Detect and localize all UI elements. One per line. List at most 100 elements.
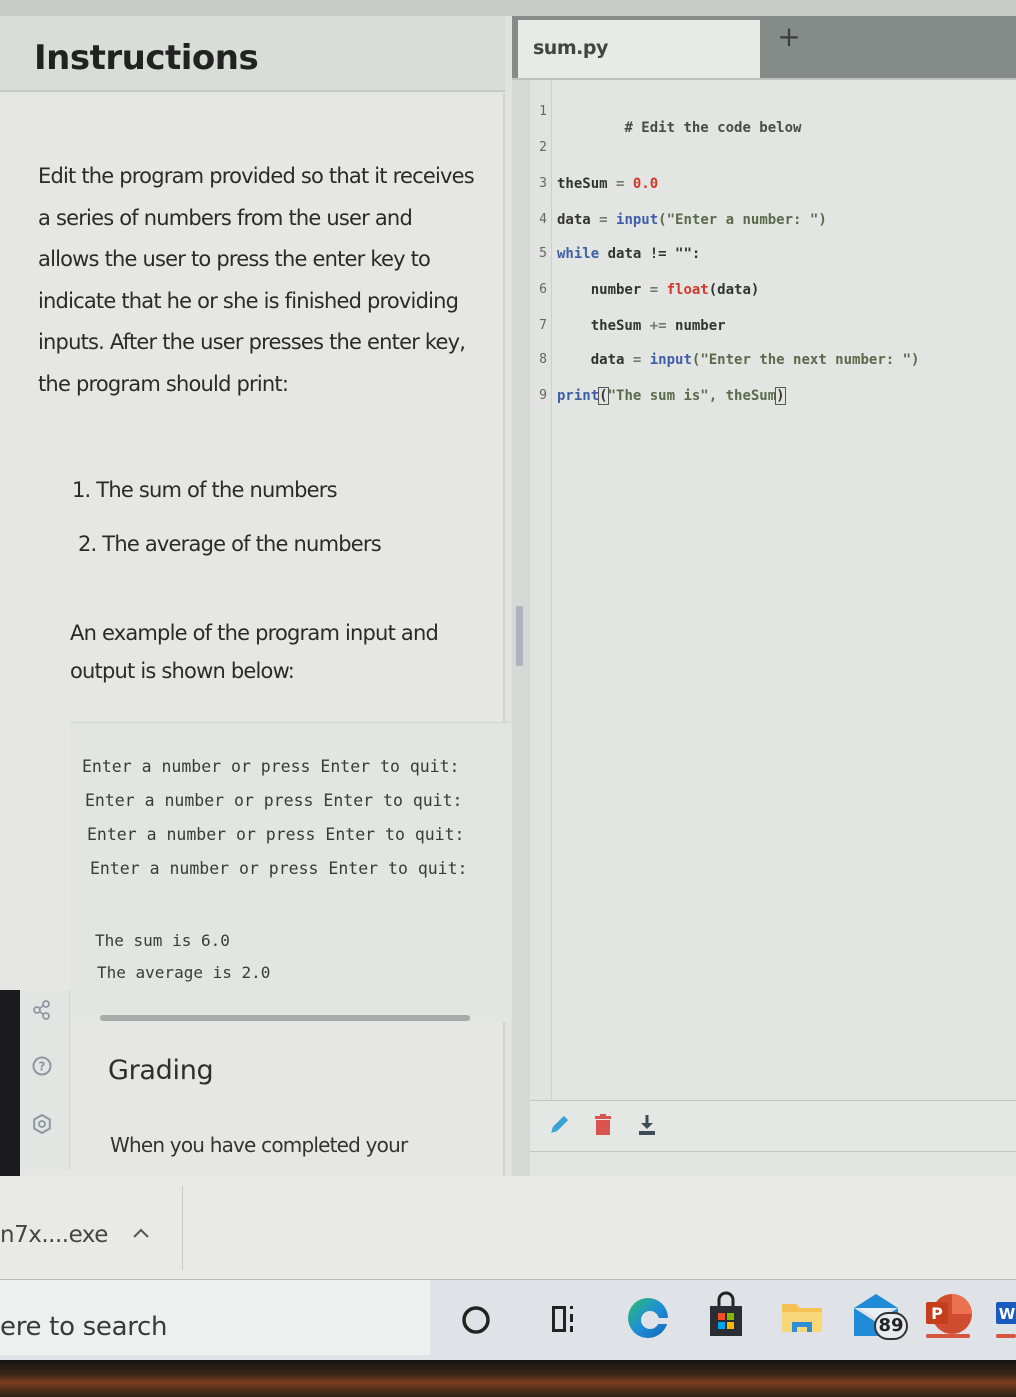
code-token: number (675, 318, 726, 334)
console-line: Enter a number or press Enter to quit: (82, 757, 460, 776)
tab-sum-py[interactable]: sum.py (518, 20, 760, 78)
line-number: 8 (539, 352, 547, 367)
grading-title: Grading (108, 1055, 214, 1086)
code-line-6: number = float(data) (557, 282, 760, 298)
code-line-4: data = input("Enter a number: ") (557, 212, 827, 228)
mail-icon[interactable]: 89 (848, 1286, 908, 1342)
download-divider (182, 1186, 183, 1270)
taskbar-search-box[interactable]: ere to search (0, 1280, 430, 1355)
code-token: input (649, 352, 692, 368)
chevron-up-icon[interactable] (130, 1224, 152, 1242)
horizontal-scrollbar[interactable] (100, 1015, 470, 1021)
code-token: input (616, 212, 659, 228)
code-token: theSum (557, 176, 608, 192)
line-number: 6 (539, 282, 547, 297)
console-output-average: The average is 2.0 (97, 963, 271, 982)
code-line-3: theSum = 0.0 (557, 176, 658, 192)
code-token: "The sum is", theSum (607, 388, 777, 404)
line-number: 5 (539, 246, 547, 261)
code-token: data (590, 352, 625, 368)
line-number: 9 (539, 388, 547, 403)
editor-footer (530, 1100, 1016, 1152)
taskbar: ere to search 89 P W (0, 1280, 1016, 1360)
task-view-icon[interactable] (536, 1286, 592, 1342)
edge-browser-icon[interactable] (620, 1286, 676, 1342)
code-line-8: data = input("Enter the next number: ") (557, 352, 920, 368)
search-placeholder: ere to search (0, 1312, 168, 1342)
code-line-5: while data != "": (557, 246, 700, 262)
console-line: Enter a number or press Enter to quit: (85, 791, 463, 810)
requirement-item: 1. The sum of the numbers (72, 478, 338, 502)
line-number: 4 (539, 212, 547, 227)
trash-icon[interactable] (592, 1113, 614, 1137)
code-token: while (557, 246, 600, 262)
splitter-handle[interactable] (516, 606, 523, 666)
file-explorer-icon[interactable] (774, 1286, 830, 1342)
code-token: float (666, 282, 709, 298)
instructions-body[interactable]: Edit the program provided so that it rec… (0, 94, 510, 1176)
mail-unread-badge: 89 (874, 1312, 908, 1340)
download-bar: n7x....exe (0, 1176, 1016, 1280)
requirement-item: 2. The average of the numbers (78, 532, 382, 556)
example-intro: An example of the program input and outp… (70, 621, 439, 683)
panel-splitter[interactable] (512, 16, 530, 1176)
code-token: (data) (708, 282, 760, 298)
cortana-icon[interactable] (448, 1286, 504, 1342)
powerpoint-icon[interactable]: P (920, 1286, 976, 1342)
line-number: 2 (539, 140, 547, 155)
console-output-sum: The sum is 6.0 (95, 931, 230, 950)
monitor-bezel (0, 1360, 1016, 1397)
code-token: += (641, 318, 676, 334)
code-token: print (557, 388, 600, 404)
download-file-name[interactable]: n7x....exe (0, 1222, 108, 1248)
console-line: Enter a number or press Enter to quit: (87, 825, 465, 844)
code-input-area[interactable]: # Edit the code below theSum = 0.0 data … (554, 80, 1016, 1156)
code-token: number (590, 282, 642, 298)
instructions-paragraph: Edit the program provided so that it rec… (38, 164, 475, 396)
word-icon[interactable]: W (996, 1286, 1016, 1342)
pencil-icon[interactable] (548, 1113, 570, 1137)
code-line-9: print("The sum is", theSum) (557, 387, 786, 405)
instructions-panel: Instructions Edit the program provided s… (0, 16, 512, 1176)
side-rail: ? (20, 990, 70, 1170)
code-line-7: theSum += number (557, 318, 726, 334)
line-number: 3 (539, 176, 547, 191)
help-icon[interactable]: ? (32, 1056, 52, 1076)
line-number: 7 (539, 318, 547, 333)
running-indicator (996, 1334, 1016, 1338)
code-token: ("Enter a number: ") (658, 212, 827, 228)
svg-text:P: P (931, 1304, 943, 1323)
code-token: 0.0 (632, 176, 659, 192)
line-number: 1 (539, 104, 547, 119)
code-token: = (607, 176, 633, 192)
matched-bracket-open: ( (598, 387, 609, 405)
microsoft-store-icon[interactable] (698, 1286, 754, 1342)
code-comment: # Edit the code below (624, 120, 802, 136)
tab-bar: sum.py + (512, 16, 1016, 78)
code-token: = (641, 282, 667, 298)
window-edge (0, 990, 20, 1176)
console-line: Enter a number or press Enter to quit: (90, 859, 468, 878)
running-indicator (926, 1334, 970, 1338)
add-tab-button[interactable]: + (774, 22, 804, 52)
example-console: Enter a number or press Enter to quit: E… (70, 722, 510, 1022)
svg-text:W: W (999, 1305, 1016, 1323)
code-token: = (624, 352, 650, 368)
code-token: ("Enter the next number: ") (691, 352, 920, 368)
code-token: data != "": (599, 246, 701, 262)
code-token: data (557, 212, 591, 228)
settings-icon[interactable] (32, 1113, 52, 1135)
grading-text: When you have completed your (110, 1133, 408, 1157)
svg-text:?: ? (39, 1060, 46, 1074)
browser-top-strip (0, 0, 1016, 16)
code-token: theSum (590, 318, 642, 334)
instructions-header: Instructions (0, 16, 505, 92)
download-icon[interactable] (636, 1113, 658, 1137)
code-editor: sum.py + 1 2 3 4 5 6 7 8 9 # Edit the co… (512, 16, 1016, 1176)
line-number-gutter: 1 2 3 4 5 6 7 8 9 (530, 80, 552, 1100)
instructions-title: Instructions (34, 38, 259, 78)
share-icon[interactable] (32, 1000, 52, 1020)
